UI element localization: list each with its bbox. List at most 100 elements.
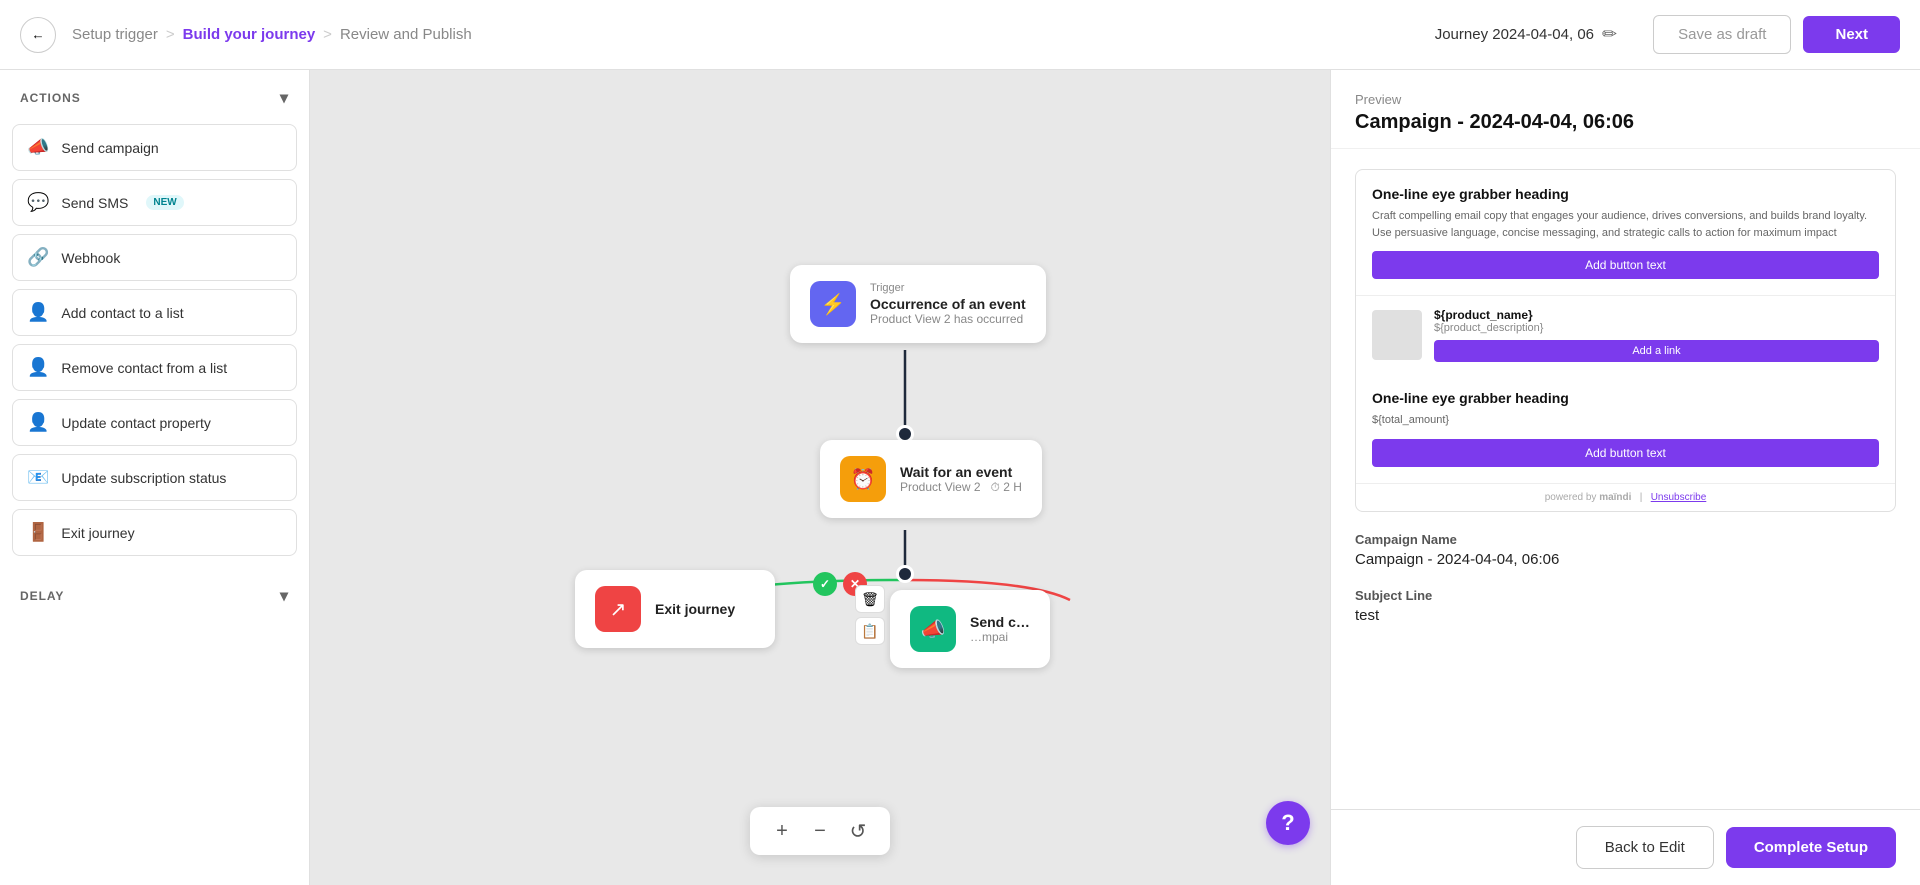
copy-node-btn[interactable]: 📋 [855,617,885,645]
breadcrumb: Setup trigger > Build your journey > Rev… [72,26,472,43]
wait-node[interactable]: ⏰ Wait for an event Product View 2 ⏱ 2 H [820,440,1042,518]
email-total: ${total_amount} [1372,412,1879,429]
email-heading-2: One-line eye grabber heading [1372,390,1879,406]
connector-dot-2 [896,565,914,583]
breadcrumb-sep-2: > [323,26,332,43]
help-button[interactable]: ? [1266,801,1310,845]
action-webhook[interactable]: 🔗 Webhook [12,234,297,281]
action-update-subscription-label: Update subscription status [61,470,226,486]
zoom-in-button[interactable]: + [764,813,800,849]
breadcrumb-setup-trigger[interactable]: Setup trigger [72,26,158,43]
subject-line-section: Subject Line test [1355,588,1896,624]
action-send-campaign[interactable]: 📣 Send campaign [12,124,297,171]
edit-title-icon[interactable]: ✏ [1602,24,1617,45]
back-arrow-icon: ← [31,27,44,42]
preview-panel: Preview Campaign - 2024-04-04, 06:06 One… [1330,70,1920,885]
product-link-btn: Add a link [1434,340,1879,362]
delay-label: DELAY [20,589,64,603]
remove-contact-icon: 👤 [27,357,49,378]
main-body: ACTIONS ▾ 📣 Send campaign 💬 Send SMS NEW… [0,70,1920,885]
breadcrumb-review-publish[interactable]: Review and Publish [340,26,472,43]
subject-line-label: Subject Line [1355,588,1896,603]
back-to-edit-button[interactable]: Back to Edit [1576,826,1714,869]
actions-collapse-icon[interactable]: ▾ [280,88,289,108]
send-subtitle: …mpai [970,630,1030,644]
preview-header: Preview Campaign - 2024-04-04, 06:06 [1331,70,1920,149]
nav-right: Save as draft Next [1653,15,1900,54]
product-desc: ${product_description} [1434,322,1879,334]
action-send-campaign-label: Send campaign [61,140,158,156]
canvas-toolbar: + − ↺ [750,807,890,855]
preview-title: Campaign - 2024-04-04, 06:06 [1355,111,1896,134]
journey-title-text: Journey 2024-04-04, 06 [1435,26,1594,43]
action-update-subscription[interactable]: 📧 Update subscription status [12,454,297,501]
breadcrumb-sep-1: > [166,26,175,43]
action-add-contact-label: Add contact to a list [61,305,183,321]
action-send-sms-label: Send SMS [61,195,128,211]
breadcrumb-build-journey[interactable]: Build your journey [183,26,316,43]
trigger-subtitle: Product View 2 has occurred [870,312,1026,326]
delay-collapse-icon[interactable]: ▾ [280,586,289,606]
exit-node[interactable]: ↗ Exit journey [575,570,775,648]
email-section-2: One-line eye grabber heading ${total_amo… [1356,374,1895,484]
action-exit-journey-label: Exit journey [61,525,134,541]
update-subscription-icon: 📧 [27,467,49,488]
exit-journey-icon: 🚪 [27,522,49,543]
update-contact-icon: 👤 [27,412,49,433]
wait-icon: ⏰ [840,456,886,502]
action-add-contact-list[interactable]: 👤 Add contact to a list [12,289,297,336]
preview-label: Preview [1355,92,1896,107]
exit-title: Exit journey [655,601,735,617]
send-title: Send c… [970,614,1030,630]
action-send-sms[interactable]: 💬 Send SMS NEW [12,179,297,226]
send-campaign-icon: 📣 [27,137,49,158]
campaign-name-label: Campaign Name [1355,532,1896,547]
trigger-label: Trigger [870,282,1026,294]
trigger-title: Occurrence of an event [870,296,1026,312]
delay-section-header: DELAY ▾ [0,568,309,618]
wait-title: Wait for an event [900,464,1022,480]
actions-label: ACTIONS [20,91,81,105]
subject-line-value: test [1355,607,1896,624]
trigger-node[interactable]: ⚡ Trigger Occurrence of an event Product… [790,265,1046,343]
next-button[interactable]: Next [1803,16,1900,53]
exit-icon: ↗ [595,586,641,632]
email-button-1: Add button text [1372,251,1879,279]
success-dot: ✓ [813,572,837,596]
sidebar: ACTIONS ▾ 📣 Send campaign 💬 Send SMS NEW… [0,70,310,885]
action-remove-contact-label: Remove contact from a list [61,360,227,376]
action-exit-journey[interactable]: 🚪 Exit journey [12,509,297,556]
add-contact-icon: 👤 [27,302,49,323]
email-heading-1: One-line eye grabber heading [1372,186,1879,202]
action-webhook-label: Webhook [61,250,120,266]
action-update-contact-property[interactable]: 👤 Update contact property [12,399,297,446]
reset-view-button[interactable]: ↺ [840,813,876,849]
send-node[interactable]: 📣 Send c… …mpai [890,590,1050,668]
product-thumbnail [1372,310,1422,360]
zoom-out-button[interactable]: − [802,813,838,849]
campaign-name-section: Campaign Name Campaign - 2024-04-04, 06:… [1355,532,1896,568]
campaign-name-value: Campaign - 2024-04-04, 06:06 [1355,551,1896,568]
delete-node-btn[interactable]: 🗑 [855,585,885,613]
complete-setup-button[interactable]: Complete Setup [1726,827,1896,868]
send-icon: 📣 [910,606,956,652]
email-footer: powered by maïndi | Unsubscribe [1356,484,1895,511]
webhook-icon: 🔗 [27,247,49,268]
canvas: ⚡ Trigger Occurrence of an event Product… [310,70,1330,885]
back-button[interactable]: ← [20,17,56,53]
email-product-row: ${product_name} ${product_description} A… [1356,296,1895,374]
email-section-1: One-line eye grabber heading Craft compe… [1356,170,1895,296]
preview-body: One-line eye grabber heading Craft compe… [1331,149,1920,809]
new-badge: NEW [146,195,183,210]
save-draft-button[interactable]: Save as draft [1653,15,1791,54]
email-preview-card: One-line eye grabber heading Craft compe… [1355,169,1896,512]
wait-subtitle: Product View 2 ⏱ 2 H [900,480,1022,495]
bottom-bar: Back to Edit Complete Setup [1331,809,1920,885]
footer-powered-text: powered by [1545,492,1597,503]
footer-brand: maïndi [1599,492,1631,503]
email-button-2: Add button text [1372,439,1879,467]
action-remove-contact-list[interactable]: 👤 Remove contact from a list [12,344,297,391]
unsubscribe-link[interactable]: Unsubscribe [1651,492,1707,503]
actions-section-header: ACTIONS ▾ [0,70,309,120]
journey-title: Journey 2024-04-04, 06 ✏ [1435,24,1617,45]
